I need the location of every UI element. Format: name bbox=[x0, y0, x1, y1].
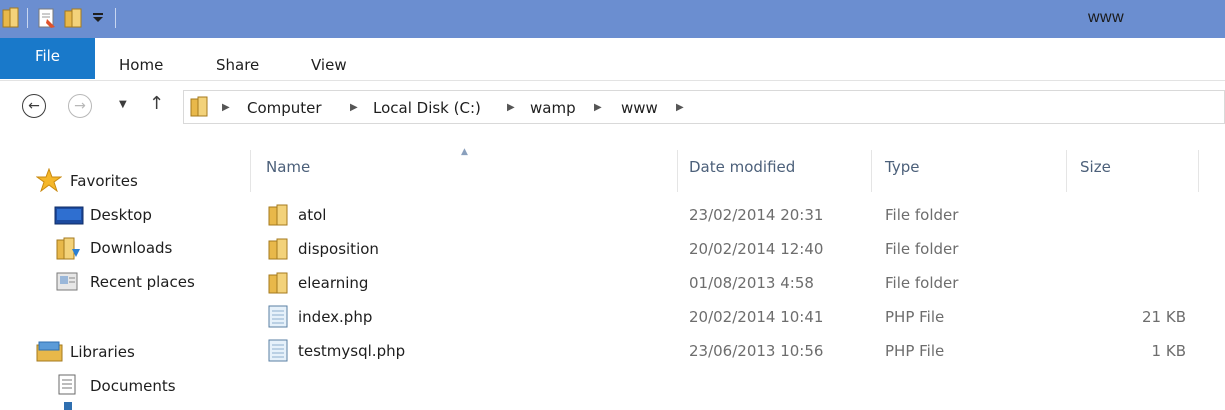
new-folder-icon[interactable] bbox=[64, 7, 84, 29]
chevron-right-icon: ▶ bbox=[222, 102, 230, 113]
column-divider[interactable] bbox=[677, 150, 678, 192]
back-arrow-icon: ← bbox=[28, 98, 40, 114]
title-bar: www bbox=[0, 0, 1225, 38]
nav-item-partial bbox=[64, 402, 72, 410]
nav-libraries[interactable]: Libraries bbox=[70, 343, 135, 361]
libraries-icon bbox=[36, 341, 63, 362]
file-name[interactable]: disposition bbox=[298, 240, 379, 258]
file-date: 20/02/2014 12:40 bbox=[689, 240, 824, 258]
separator bbox=[27, 8, 28, 28]
nav-downloads[interactable]: Downloads bbox=[90, 239, 172, 257]
folder-icon bbox=[268, 204, 288, 226]
file-name[interactable]: index.php bbox=[298, 308, 372, 326]
folder-icon[interactable] bbox=[2, 7, 20, 29]
file-date: 23/06/2013 10:56 bbox=[689, 342, 824, 360]
crumb-computer[interactable]: Computer bbox=[247, 99, 322, 117]
file-date: 20/02/2014 10:41 bbox=[689, 308, 824, 326]
column-divider[interactable] bbox=[1066, 150, 1067, 192]
star-icon bbox=[36, 168, 62, 192]
file-size: 21 KB bbox=[1142, 308, 1186, 326]
ribbon: File Home Share View bbox=[0, 38, 1225, 81]
sort-ascending-icon: ▲ bbox=[461, 147, 468, 157]
tab-home[interactable]: Home bbox=[119, 56, 163, 74]
column-header-date[interactable]: Date modified bbox=[689, 158, 795, 176]
properties-icon[interactable] bbox=[37, 7, 57, 29]
chevron-right-icon[interactable]: ▶ bbox=[676, 102, 684, 113]
file-date: 23/02/2014 20:31 bbox=[689, 206, 824, 224]
forward-arrow-icon: → bbox=[74, 98, 86, 114]
navigation-bar: ← → ▼ ↑ ▶ Computer ▶ Local Disk (C:) ▶ w… bbox=[0, 87, 1225, 133]
downloads-icon bbox=[56, 237, 80, 260]
address-bar[interactable]: ▶ Computer ▶ Local Disk (C:) ▶ wamp ▶ ww… bbox=[183, 90, 1225, 124]
file-type: File folder bbox=[885, 240, 959, 258]
back-button[interactable]: ← bbox=[22, 94, 46, 118]
customize-dropdown-icon[interactable] bbox=[93, 10, 105, 24]
column-header-size[interactable]: Size bbox=[1080, 158, 1111, 176]
file-type: File folder bbox=[885, 274, 959, 292]
file-name[interactable]: atol bbox=[298, 206, 326, 224]
file-name[interactable]: elearning bbox=[298, 274, 368, 292]
documents-icon bbox=[58, 374, 76, 395]
separator bbox=[115, 8, 116, 28]
column-header-name[interactable]: Name bbox=[266, 158, 310, 176]
folder-icon bbox=[268, 272, 288, 294]
column-divider bbox=[250, 150, 251, 192]
nav-favorites[interactable]: Favorites bbox=[70, 172, 138, 190]
chevron-right-icon[interactable]: ▶ bbox=[350, 102, 358, 113]
tab-share[interactable]: Share bbox=[216, 56, 259, 74]
file-name[interactable]: testmysql.php bbox=[298, 342, 405, 360]
file-type: PHP File bbox=[885, 308, 945, 326]
php-file-icon bbox=[268, 305, 288, 328]
php-file-icon bbox=[268, 339, 288, 362]
crumb-local-disk[interactable]: Local Disk (C:) bbox=[373, 99, 481, 117]
file-type: File folder bbox=[885, 206, 959, 224]
crumb-wamp[interactable]: wamp bbox=[530, 99, 576, 117]
file-type: PHP File bbox=[885, 342, 945, 360]
nav-recent-places[interactable]: Recent places bbox=[90, 273, 195, 291]
file-size: 1 KB bbox=[1151, 342, 1186, 360]
forward-button[interactable]: → bbox=[68, 94, 92, 118]
nav-documents[interactable]: Documents bbox=[90, 377, 176, 395]
tab-view[interactable]: View bbox=[311, 56, 347, 74]
chevron-right-icon[interactable]: ▶ bbox=[507, 102, 515, 113]
tab-file[interactable]: File bbox=[0, 38, 95, 79]
folder-icon bbox=[190, 96, 208, 117]
chevron-right-icon[interactable]: ▶ bbox=[594, 102, 602, 113]
recent-locations-icon[interactable]: ▼ bbox=[119, 99, 127, 110]
desktop-icon bbox=[54, 206, 84, 225]
crumb-www[interactable]: www bbox=[621, 99, 658, 117]
nav-desktop[interactable]: Desktop bbox=[90, 206, 152, 224]
up-arrow-icon[interactable]: ↑ bbox=[149, 93, 164, 114]
column-divider[interactable] bbox=[871, 150, 872, 192]
folder-icon bbox=[268, 238, 288, 260]
recent-places-icon bbox=[56, 272, 78, 291]
file-date: 01/08/2013 4:58 bbox=[689, 274, 814, 292]
column-header-type[interactable]: Type bbox=[885, 158, 919, 176]
column-divider[interactable] bbox=[1198, 150, 1199, 192]
window-title: www bbox=[1088, 9, 1125, 26]
